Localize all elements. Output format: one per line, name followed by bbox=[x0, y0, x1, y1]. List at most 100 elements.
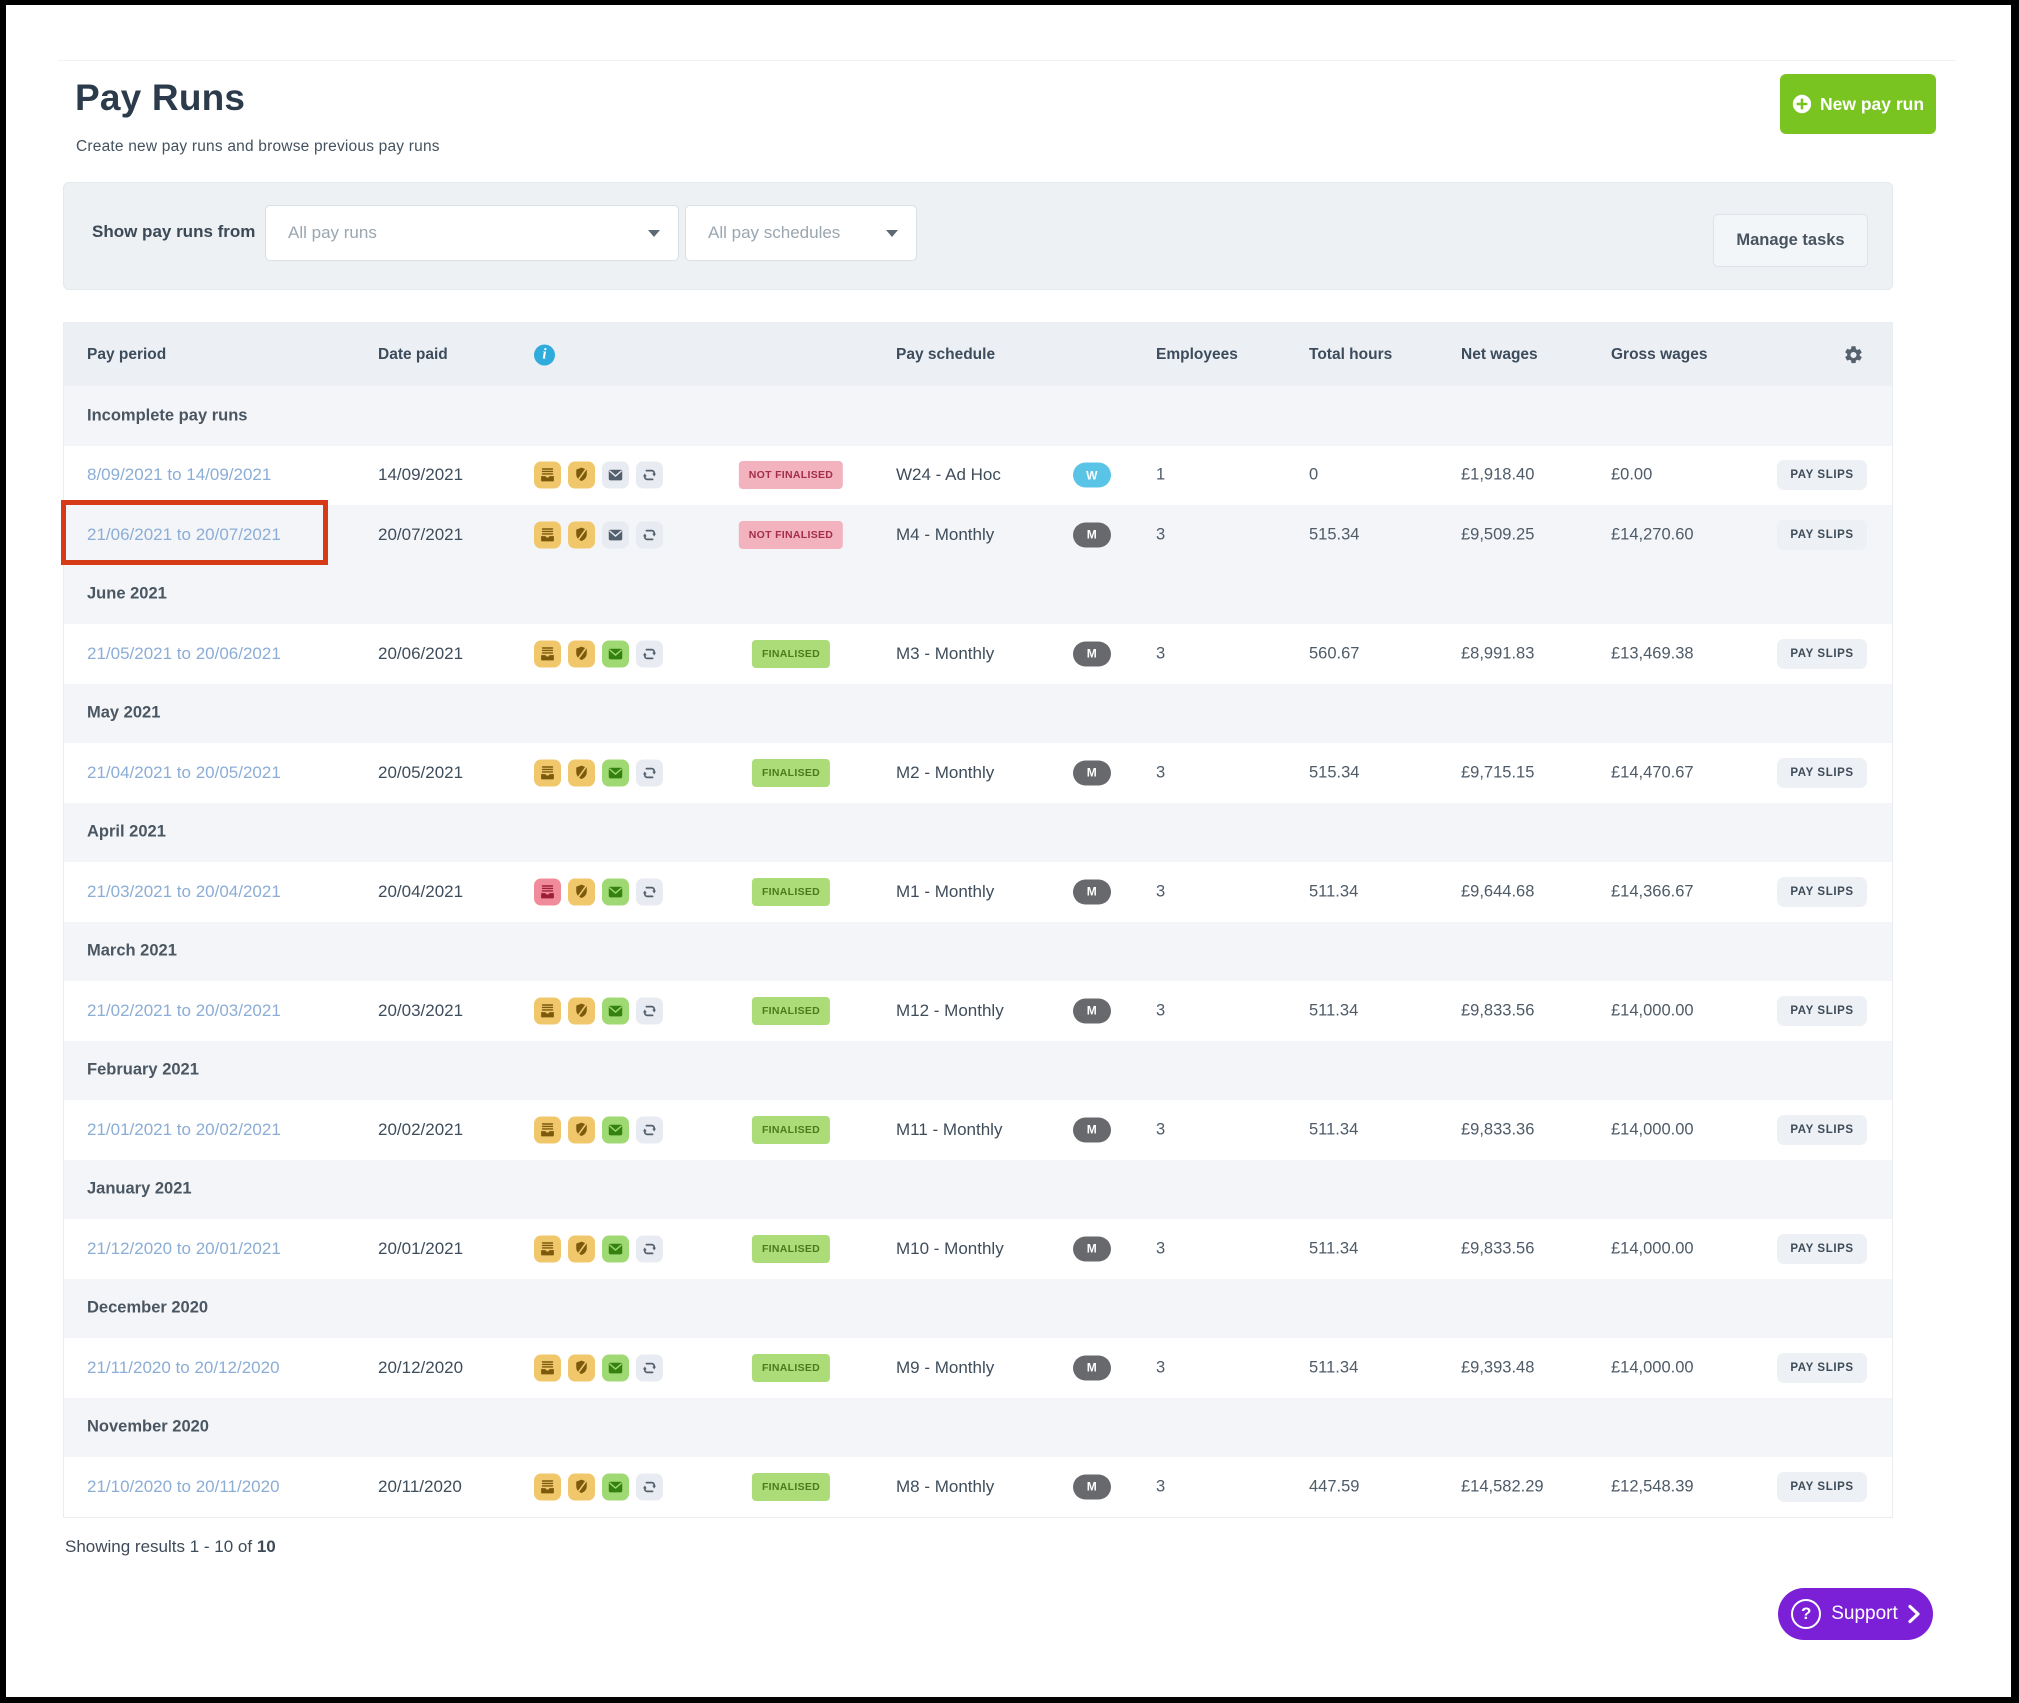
pay-slips-button[interactable]: PAY SLIPS bbox=[1777, 877, 1867, 907]
amber-archive-icon bbox=[534, 640, 561, 667]
pay-schedules-filter-dropdown[interactable]: All pay schedules bbox=[685, 205, 917, 261]
date-paid-value: 20/12/2020 bbox=[378, 1358, 463, 1378]
net-wages-value: £14,582.29 bbox=[1461, 1477, 1544, 1496]
gross-wages-value: £0.00 bbox=[1611, 466, 1652, 485]
pay-period-link[interactable]: 21/10/2020 to 20/11/2020 bbox=[87, 1477, 280, 1497]
gear-icon[interactable] bbox=[1843, 344, 1864, 365]
amber-shield-icon bbox=[568, 462, 595, 489]
section-label: February 2021 bbox=[87, 1061, 199, 1080]
pay-slips-button[interactable]: PAY SLIPS bbox=[1777, 520, 1867, 550]
employees-value: 3 bbox=[1156, 1239, 1165, 1258]
schedule-type-badge: M bbox=[1073, 879, 1111, 904]
support-button[interactable]: ? Support bbox=[1778, 1588, 1933, 1640]
status-icons bbox=[534, 759, 663, 786]
pay-period-link[interactable]: 8/09/2021 to 14/09/2021 bbox=[87, 465, 271, 485]
green-envelope-icon bbox=[602, 1473, 629, 1500]
gray-refresh-icon bbox=[636, 462, 663, 489]
section-header-row: December 2020 bbox=[64, 1279, 1892, 1339]
amber-shield-icon bbox=[568, 759, 595, 786]
pay-period-link[interactable]: 21/02/2021 to 20/03/2021 bbox=[87, 1001, 281, 1021]
new-pay-run-button[interactable]: New pay run bbox=[1780, 74, 1936, 134]
pay-slips-button[interactable]: PAY SLIPS bbox=[1777, 639, 1867, 669]
column-header-employees: Employees bbox=[1156, 346, 1238, 364]
gray-refresh-icon bbox=[636, 1235, 663, 1262]
amber-shield-icon bbox=[568, 1354, 595, 1381]
filter-label: Show pay runs from bbox=[92, 222, 255, 242]
pay-slips-button[interactable]: PAY SLIPS bbox=[1777, 1234, 1867, 1264]
pay-schedule-value: M9 - Monthly bbox=[896, 1358, 994, 1378]
page-title: Pay Runs bbox=[75, 76, 245, 120]
pay-slips-button[interactable]: PAY SLIPS bbox=[1777, 460, 1867, 490]
status-badge: FINALISED bbox=[752, 1116, 830, 1144]
support-label: Support bbox=[1831, 1603, 1898, 1625]
pay-period-link[interactable]: 21/12/2020 to 20/01/2021 bbox=[87, 1239, 281, 1259]
pay-runs-filter-dropdown[interactable]: All pay runs bbox=[265, 205, 679, 261]
table-body: Incomplete pay runs 8/09/2021 to 14/09/20… bbox=[64, 386, 1892, 1517]
employees-value: 3 bbox=[1156, 1001, 1165, 1020]
section-header-row: April 2021 bbox=[64, 803, 1892, 863]
pay-period-link[interactable]: 21/05/2021 to 20/06/2021 bbox=[87, 644, 281, 664]
pay-schedule-value: M12 - Monthly bbox=[896, 1001, 1004, 1021]
info-icon[interactable]: i bbox=[534, 344, 555, 365]
amber-shield-icon bbox=[568, 878, 595, 905]
gray-refresh-icon bbox=[636, 640, 663, 667]
section-header-row: January 2021 bbox=[64, 1160, 1892, 1220]
manage-tasks-button[interactable]: Manage tasks bbox=[1713, 214, 1868, 267]
status-badge: FINALISED bbox=[752, 1473, 830, 1501]
section-label: January 2021 bbox=[87, 1180, 192, 1199]
gross-wages-value: £14,366.67 bbox=[1611, 882, 1694, 901]
section-label: March 2021 bbox=[87, 942, 177, 961]
gray-refresh-icon bbox=[636, 997, 663, 1024]
schedule-type-badge: M bbox=[1073, 522, 1111, 547]
gross-wages-value: £12,548.39 bbox=[1611, 1477, 1694, 1496]
date-paid-value: 14/09/2021 bbox=[378, 465, 463, 485]
pay-slips-button[interactable]: PAY SLIPS bbox=[1777, 758, 1867, 788]
employees-value: 3 bbox=[1156, 882, 1165, 901]
pay-period-link[interactable]: 21/11/2020 to 20/12/2020 bbox=[87, 1358, 280, 1378]
amber-archive-icon bbox=[534, 521, 561, 548]
amber-archive-icon bbox=[534, 1116, 561, 1143]
pay-period-link[interactable]: 21/01/2021 to 20/02/2021 bbox=[87, 1120, 281, 1140]
schedule-type-badge: M bbox=[1073, 1355, 1111, 1380]
pay-schedule-value: M4 - Monthly bbox=[896, 525, 994, 545]
section-label: Incomplete pay runs bbox=[87, 406, 247, 425]
amber-shield-icon bbox=[568, 1116, 595, 1143]
pay-slips-button[interactable]: PAY SLIPS bbox=[1777, 1353, 1867, 1383]
pay-period-link[interactable]: 21/04/2021 to 20/05/2021 bbox=[87, 763, 281, 783]
net-wages-value: £9,393.48 bbox=[1461, 1358, 1534, 1377]
employees-value: 3 bbox=[1156, 1358, 1165, 1377]
red-archive-icon bbox=[534, 878, 561, 905]
gray-envelope-icon bbox=[602, 521, 629, 548]
pay-run-row: 21/04/2021 to 20/05/202120/05/2021FINALI… bbox=[64, 743, 1892, 803]
pay-period-link[interactable]: 21/06/2021 to 20/07/2021 bbox=[87, 525, 281, 545]
pay-slips-button[interactable]: PAY SLIPS bbox=[1777, 996, 1867, 1026]
pay-period-link[interactable]: 21/03/2021 to 20/04/2021 bbox=[87, 882, 281, 902]
amber-archive-icon bbox=[534, 759, 561, 786]
pay-slips-button[interactable]: PAY SLIPS bbox=[1777, 1472, 1867, 1502]
pay-runs-page: Pay Runs Create new pay runs and browse … bbox=[6, 5, 2011, 1697]
gray-refresh-icon bbox=[636, 878, 663, 905]
gross-wages-value: £13,469.38 bbox=[1611, 644, 1694, 663]
results-summary-total: 10 bbox=[257, 1537, 276, 1556]
pay-slips-button[interactable]: PAY SLIPS bbox=[1777, 1115, 1867, 1145]
pay-run-row: 21/11/2020 to 20/12/202020/12/2020FINALI… bbox=[64, 1338, 1892, 1398]
net-wages-value: £1,918.40 bbox=[1461, 466, 1534, 485]
schedule-type-badge: M bbox=[1073, 1117, 1111, 1142]
amber-shield-icon bbox=[568, 997, 595, 1024]
section-header-row: May 2021 bbox=[64, 684, 1892, 744]
date-paid-value: 20/03/2021 bbox=[378, 1001, 463, 1021]
section-label: December 2020 bbox=[87, 1299, 208, 1318]
section-label: November 2020 bbox=[87, 1418, 209, 1437]
status-icons bbox=[534, 1473, 663, 1500]
status-icons bbox=[534, 1235, 663, 1262]
date-paid-value: 20/06/2021 bbox=[378, 644, 463, 664]
gray-refresh-icon bbox=[636, 759, 663, 786]
employees-value: 3 bbox=[1156, 525, 1165, 544]
date-paid-value: 20/07/2021 bbox=[378, 525, 463, 545]
status-icons bbox=[534, 1116, 663, 1143]
amber-archive-icon bbox=[534, 1354, 561, 1381]
green-envelope-icon bbox=[602, 1354, 629, 1381]
total-hours-value: 511.34 bbox=[1309, 1358, 1358, 1377]
results-summary-text: Showing results 1 - 10 of bbox=[65, 1537, 252, 1556]
schedule-type-badge: M bbox=[1073, 641, 1111, 666]
